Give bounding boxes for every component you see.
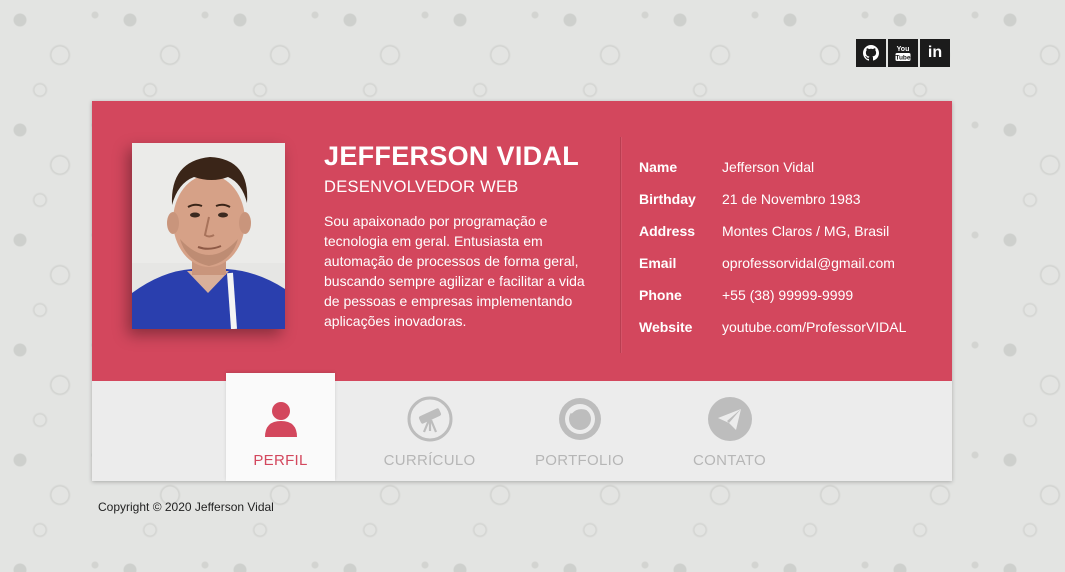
tab-contato[interactable]: CONTATO <box>675 373 784 481</box>
info-value: Jefferson Vidal <box>722 159 815 175</box>
tab-bar: PERFIL CURRÍCULO PORTFOLIO CONTATO <box>92 373 952 481</box>
info-value: 21 de Novembro 1983 <box>722 191 861 207</box>
tab-label: PERFIL <box>253 452 308 469</box>
info-value: Montes Claros / MG, Brasil <box>722 223 890 239</box>
info-value: oprofessorvidal@gmail.com <box>722 255 895 271</box>
info-row-name: Name Jefferson Vidal <box>639 151 906 183</box>
info-row-email: Email oprofessorvidal@gmail.com <box>639 247 906 279</box>
profile-bio: Sou apaixonado por programação e tecnolo… <box>324 213 585 329</box>
info-label: Website <box>639 319 693 335</box>
youtube-link[interactable]: You Tube <box>888 39 918 67</box>
github-link[interactable] <box>856 39 886 67</box>
telescope-icon <box>407 396 453 442</box>
divider <box>620 137 621 353</box>
svg-text:You: You <box>897 46 910 53</box>
linkedin-icon: in <box>927 44 943 61</box>
tab-curriculo[interactable]: CURRÍCULO <box>375 373 484 481</box>
profile-card: JEFFERSON VIDAL DESENVOLVEDOR WEB Sou ap… <box>92 101 952 481</box>
info-row-website: Website youtube.com/ProfessorVIDAL <box>639 311 906 343</box>
tab-label: CURRÍCULO <box>383 452 476 469</box>
profile-header: JEFFERSON VIDAL DESENVOLVEDOR WEB Sou ap… <box>92 101 952 381</box>
info-row-phone: Phone +55 (38) 99999-9999 <box>639 279 906 311</box>
info-label: Email <box>639 255 677 271</box>
camera-lens-icon <box>557 396 603 442</box>
profile-info-list: Name Jefferson Vidal Birthday 21 de Nove… <box>639 151 906 343</box>
info-label: Address <box>639 223 696 239</box>
profile-photo <box>132 143 285 329</box>
profile-role: DESENVOLVEDOR WEB <box>324 178 519 196</box>
svg-text:Tube: Tube <box>895 55 910 62</box>
paper-plane-icon <box>707 396 753 442</box>
info-label: Birthday <box>639 191 696 207</box>
user-icon <box>258 396 304 442</box>
info-row-birthday: Birthday 21 de Novembro 1983 <box>639 183 906 215</box>
github-icon <box>863 45 879 61</box>
tab-label: CONTATO <box>693 452 766 469</box>
social-links: You Tube in <box>856 39 950 67</box>
info-value: youtube.com/ProfessorVIDAL <box>722 319 907 335</box>
info-label: Name <box>639 159 678 175</box>
tab-label: PORTFOLIO <box>534 452 625 469</box>
info-value: +55 (38) 99999-9999 <box>722 287 854 303</box>
tab-portfolio[interactable]: PORTFOLIO <box>525 373 634 481</box>
info-row-address: Address Montes Claros / MG, Brasil <box>639 215 906 247</box>
tab-perfil[interactable]: PERFIL <box>226 373 335 481</box>
linkedin-link[interactable]: in <box>920 39 950 67</box>
copyright-text: Copyright © 2020 Jefferson Vidal <box>98 500 274 514</box>
profile-name: JEFFERSON VIDAL <box>324 141 580 171</box>
youtube-icon: You Tube <box>893 43 913 63</box>
info-label: Phone <box>639 287 682 303</box>
